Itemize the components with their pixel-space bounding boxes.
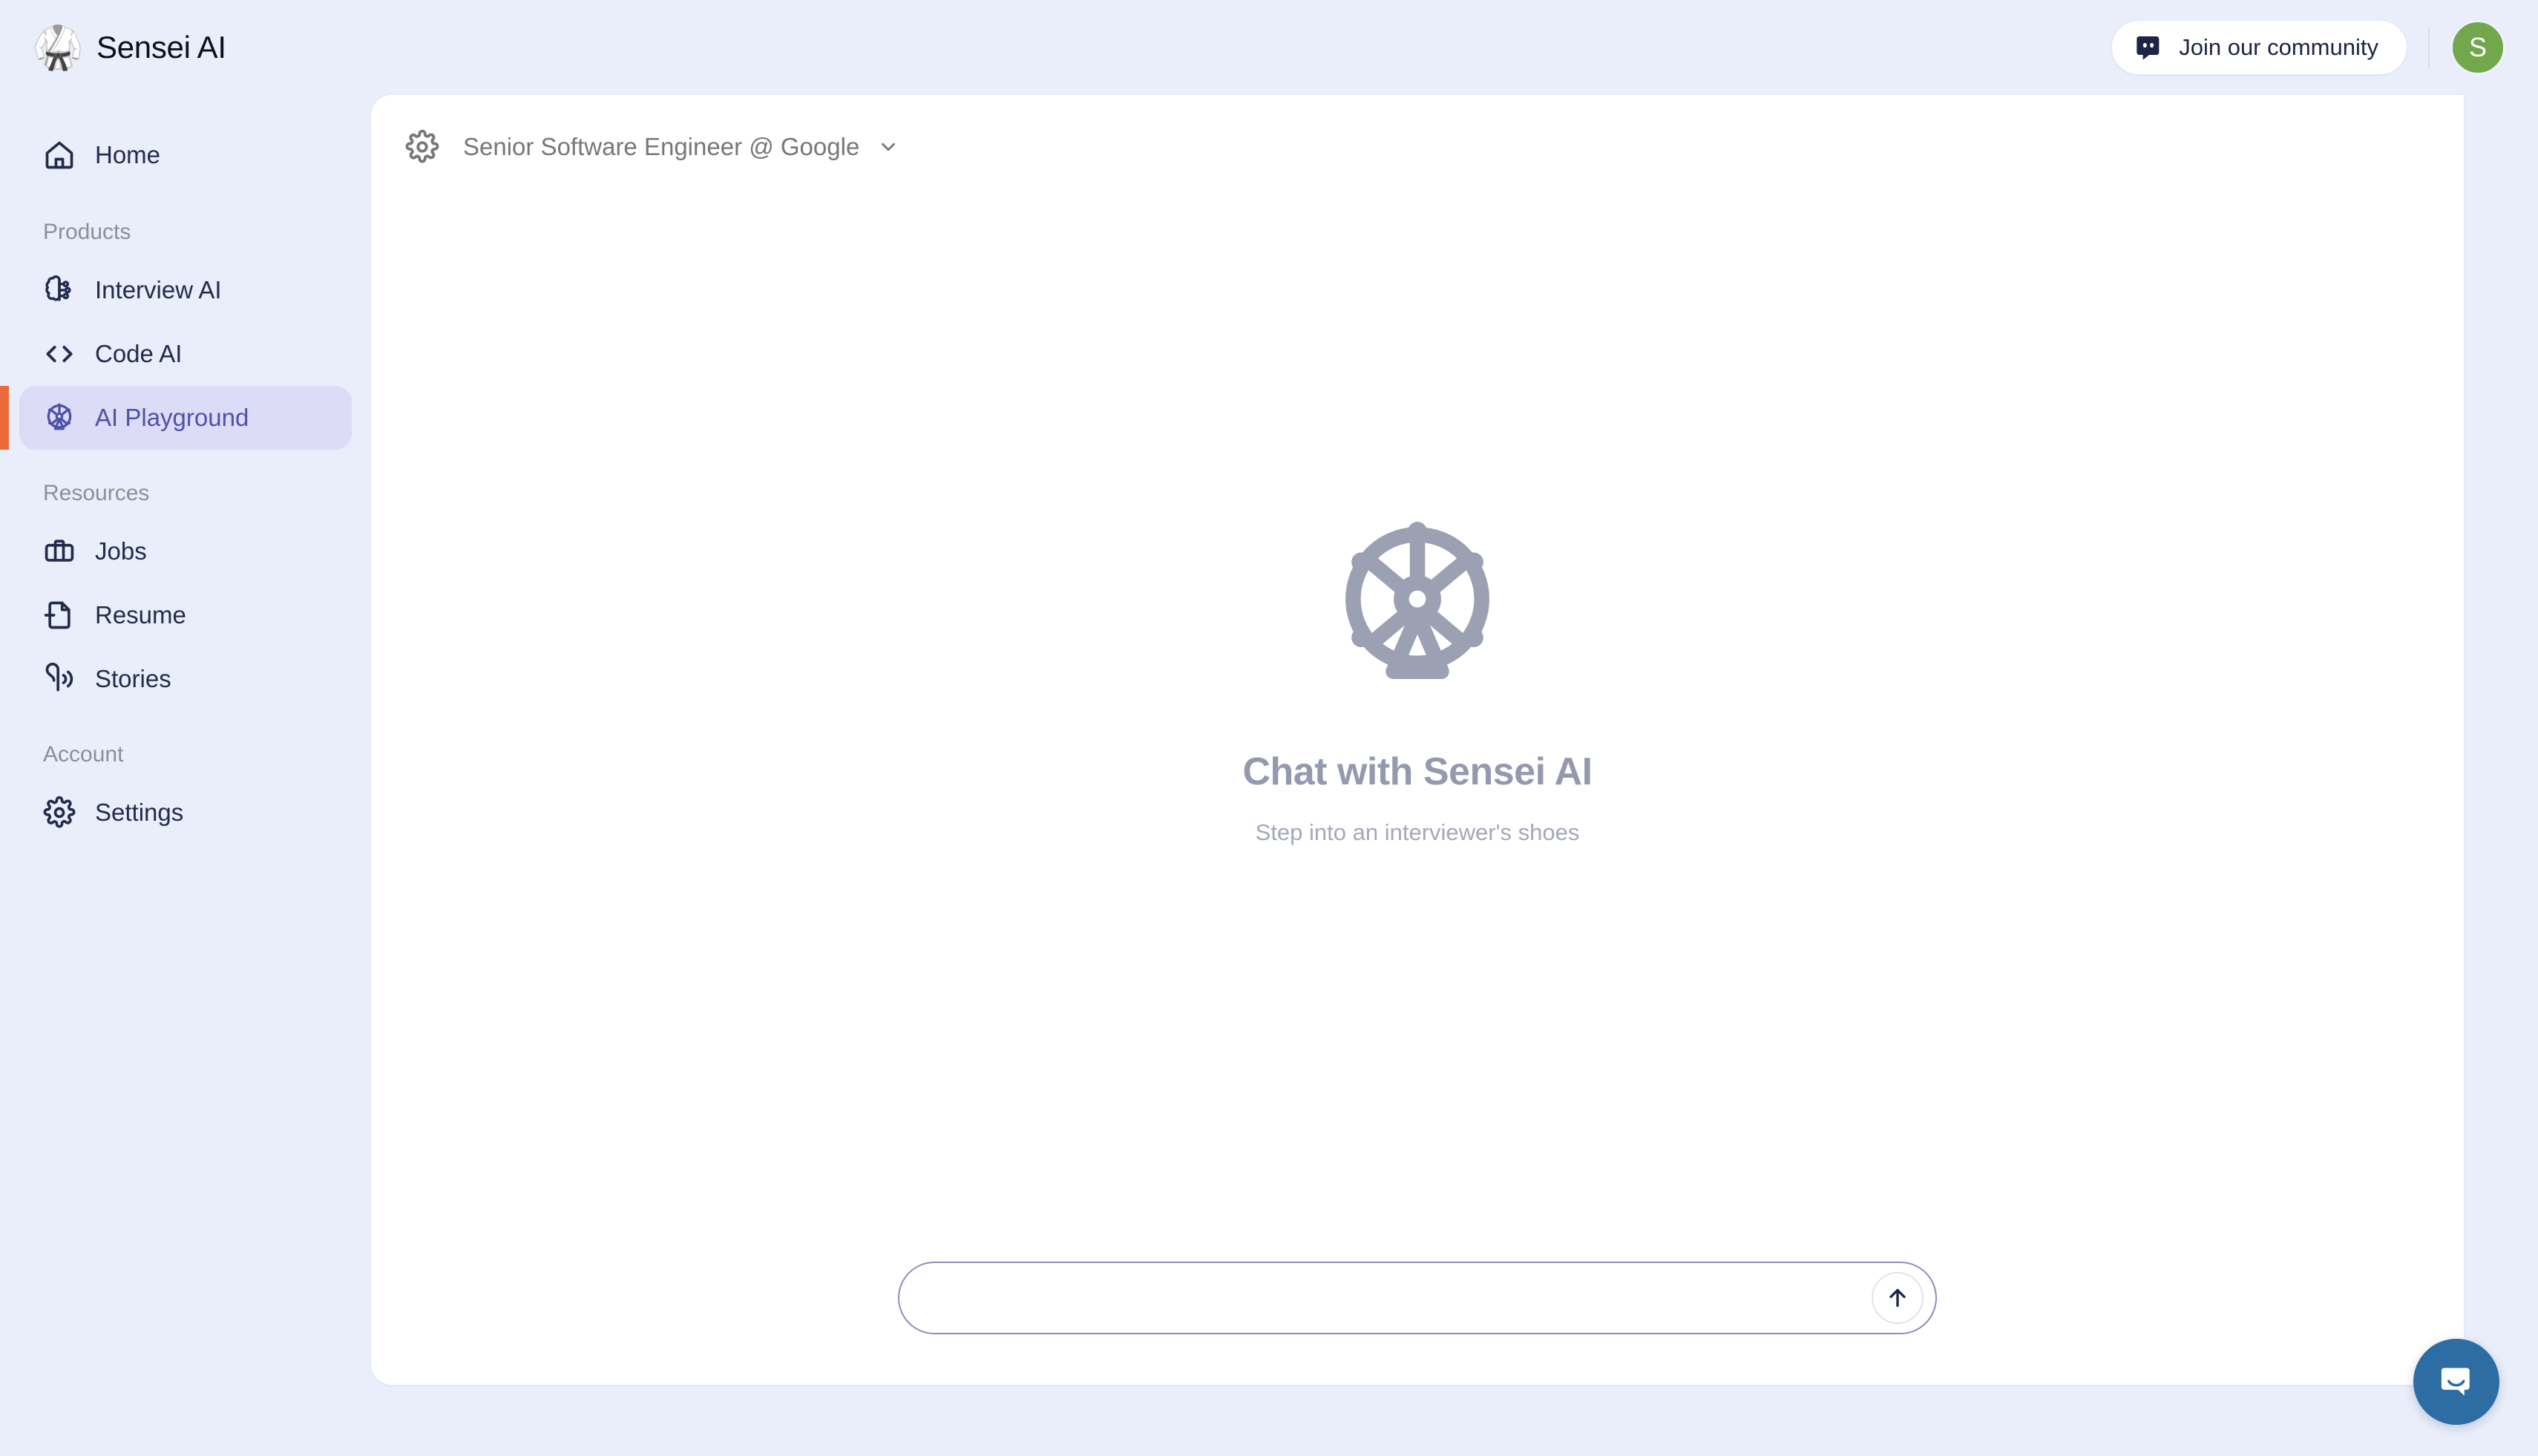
avatar[interactable]: S	[2450, 20, 2505, 75]
send-button[interactable]	[1872, 1272, 1924, 1324]
app-title: Sensei AI	[96, 30, 226, 65]
empty-state-title: Chat with Sensei AI	[1242, 750, 1593, 793]
main-content-card: Senior Software Engineer @ Google Chat w…	[371, 95, 2464, 1385]
role-selector[interactable]: Senior Software Engineer @ Google	[463, 133, 899, 161]
sidebar-item-label: Code AI	[95, 340, 183, 367]
ferris-wheel-icon	[43, 401, 76, 434]
brain-circuit-icon	[43, 274, 76, 306]
sidebar-item-settings[interactable]: Settings	[19, 781, 352, 845]
sidebar-item-label: Jobs	[95, 537, 147, 565]
sidebar-item-jobs[interactable]: Jobs	[19, 519, 352, 583]
file-plus-icon	[43, 599, 76, 632]
sidebar-item-label: Interview AI	[95, 276, 222, 304]
join-community-label: Join our community	[2179, 34, 2378, 60]
arrow-up-icon	[1884, 1285, 1911, 1311]
ear-listen-icon	[43, 663, 76, 695]
top-bar-actions: Join our community S	[2111, 20, 2505, 75]
intercom-launcher-button[interactable]	[2413, 1339, 2499, 1425]
join-community-button[interactable]: Join our community	[2111, 20, 2407, 75]
empty-state: Chat with Sensei AI Step into an intervi…	[371, 511, 2464, 846]
discord-icon	[2134, 33, 2164, 62]
top-bar-divider	[2428, 27, 2430, 68]
gear-icon[interactable]	[405, 130, 439, 164]
role-selector-label: Senior Software Engineer @ Google	[463, 133, 860, 160]
sidebar-item-home[interactable]: Home	[19, 123, 352, 187]
sidebar-item-label: AI Playground	[95, 404, 249, 431]
empty-state-subtitle: Step into an interviewer's shoes	[1255, 819, 1580, 845]
sidebar-section-account: Account	[43, 742, 124, 767]
playground-header: Senior Software Engineer @ Google	[371, 95, 2464, 199]
code-brackets-icon	[43, 338, 76, 370]
chat-composer	[898, 1262, 1937, 1334]
top-bar: 🥋 Sensei AI Join our community S	[0, 0, 2538, 95]
sidebar-item-code-ai[interactable]: Code AI	[19, 322, 352, 386]
sidebar-item-label: Settings	[95, 798, 184, 826]
chat-bubble-icon	[2436, 1361, 2477, 1403]
sensei-emoji-icon: 🥋	[32, 24, 84, 70]
sidebar-item-stories[interactable]: Stories	[19, 647, 352, 711]
sidebar-section-resources: Resources	[43, 481, 150, 505]
chat-input[interactable]	[899, 1285, 1872, 1311]
home-icon	[43, 139, 76, 171]
sidebar-section-products: Products	[43, 220, 131, 244]
sidebar-item-label: Stories	[95, 665, 171, 692]
ferris-wheel-icon	[1321, 511, 1514, 704]
active-accent-bar	[0, 386, 9, 450]
sidebar-item-resume[interactable]: Resume	[19, 583, 352, 647]
sidebar-item-interview-ai[interactable]: Interview AI	[19, 258, 352, 322]
sidebar-item-ai-playground[interactable]: AI Playground	[0, 386, 352, 450]
chevron-down-icon	[877, 136, 899, 158]
sidebar: Home Products Interview AI Code AI AI Pl…	[0, 95, 371, 1456]
sidebar-item-label: Resume	[95, 601, 186, 629]
brand-logo[interactable]: 🥋 Sensei AI	[32, 23, 226, 72]
briefcase-icon	[43, 535, 76, 568]
gear-icon	[43, 796, 76, 829]
sidebar-item-label: Home	[95, 141, 161, 168]
